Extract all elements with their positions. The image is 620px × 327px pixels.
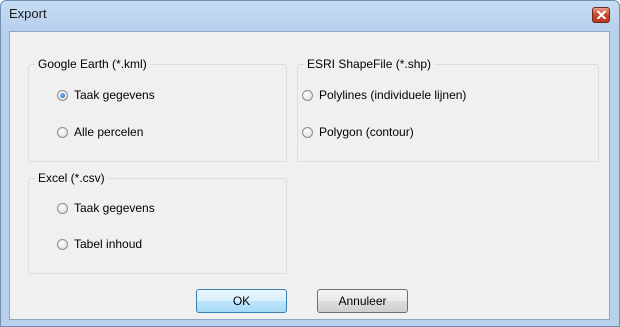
title-bar[interactable]: Export <box>1 1 619 29</box>
group-title-google-earth: Google Earth (*.kml) <box>35 57 150 71</box>
radio-shp-polylines[interactable]: Polylines (individuele lijnen) <box>302 88 466 102</box>
radio-csv-taak-gegevens[interactable]: Taak gegevens <box>57 201 155 215</box>
radio-csv-tabel-inhoud[interactable]: Tabel inhoud <box>57 237 142 251</box>
radio-kml-alle-percelen[interactable]: Alle percelen <box>57 125 143 139</box>
radio-button-checked[interactable] <box>57 89 68 101</box>
radio-button[interactable] <box>302 126 313 138</box>
dialog-content: Google Earth (*.kml) Taak gegevens Alle … <box>9 31 610 320</box>
ok-button[interactable]: OK <box>196 289 287 313</box>
radio-button[interactable] <box>57 202 68 214</box>
radio-label: Alle percelen <box>74 125 144 139</box>
cancel-button[interactable]: Annuleer <box>317 289 408 313</box>
group-excel: Excel (*.csv) <box>28 171 287 274</box>
radio-button[interactable] <box>57 126 68 138</box>
export-dialog: Export Google Earth (*.kml) Taak gegeven… <box>0 0 620 327</box>
close-icon <box>597 11 606 19</box>
close-button[interactable] <box>592 7 610 23</box>
radio-button[interactable] <box>57 238 68 250</box>
group-esri-shapefile: ESRI ShapeFile (*.shp) <box>297 57 599 162</box>
radio-button[interactable] <box>302 89 313 101</box>
window-title: Export <box>9 6 47 21</box>
group-google-earth: Google Earth (*.kml) <box>28 57 287 162</box>
radio-label: Polylines (individuele lijnen) <box>319 88 467 102</box>
radio-kml-taak-gegevens[interactable]: Taak gegevens <box>57 88 155 102</box>
radio-label: Polygon (contour) <box>319 125 414 139</box>
radio-label: Tabel inhoud <box>74 237 143 251</box>
radio-label: Taak gegevens <box>74 201 155 215</box>
radio-label: Taak gegevens <box>74 88 155 102</box>
radio-shp-polygon[interactable]: Polygon (contour) <box>302 125 414 139</box>
group-title-esri-shapefile: ESRI ShapeFile (*.shp) <box>304 57 435 71</box>
group-title-excel: Excel (*.csv) <box>35 171 108 185</box>
